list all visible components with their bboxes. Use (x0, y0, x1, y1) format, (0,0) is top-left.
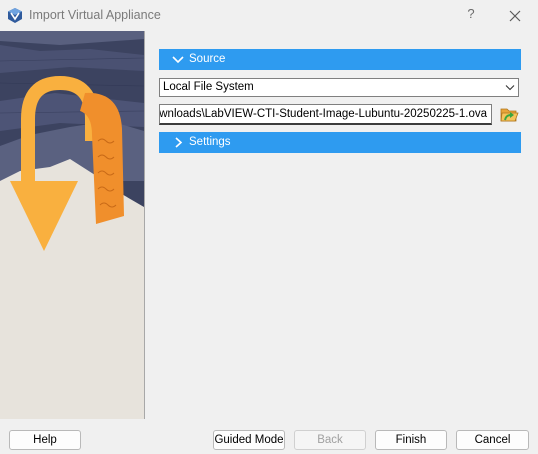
banner-divider (144, 31, 145, 419)
cancel-button[interactable]: Cancel (456, 430, 529, 450)
guided-mode-button[interactable]: Guided Mode (213, 430, 285, 450)
wizard-banner-image (0, 31, 144, 419)
file-path-input[interactable]: \Downloads\LabVIEW-CTI-Student-Image-Lub… (159, 104, 492, 125)
source-section-label: Source (189, 53, 226, 65)
settings-section-label: Settings (189, 136, 231, 148)
window-title: Import Virtual Appliance (29, 8, 161, 22)
virtualbox-icon (8, 8, 22, 23)
close-icon[interactable] (506, 7, 524, 25)
source-select-value: Local File System (163, 81, 254, 93)
chevron-down-icon (172, 56, 184, 64)
source-section-header[interactable]: Source (159, 49, 521, 70)
chevron-down-icon (505, 85, 515, 91)
finish-button[interactable]: Finish (375, 430, 447, 450)
source-select[interactable]: Local File System (159, 78, 519, 97)
title-bar: Import Virtual Appliance ? (0, 0, 538, 31)
folder-open-icon[interactable] (499, 105, 519, 124)
chevron-right-icon (175, 137, 183, 148)
help-icon[interactable]: ? (463, 6, 479, 24)
settings-section-header[interactable]: Settings (159, 132, 521, 153)
file-path-value: \Downloads\LabVIEW-CTI-Student-Image-Lub… (159, 108, 487, 120)
back-button[interactable]: Back (294, 430, 366, 450)
help-button[interactable]: Help (9, 430, 81, 450)
